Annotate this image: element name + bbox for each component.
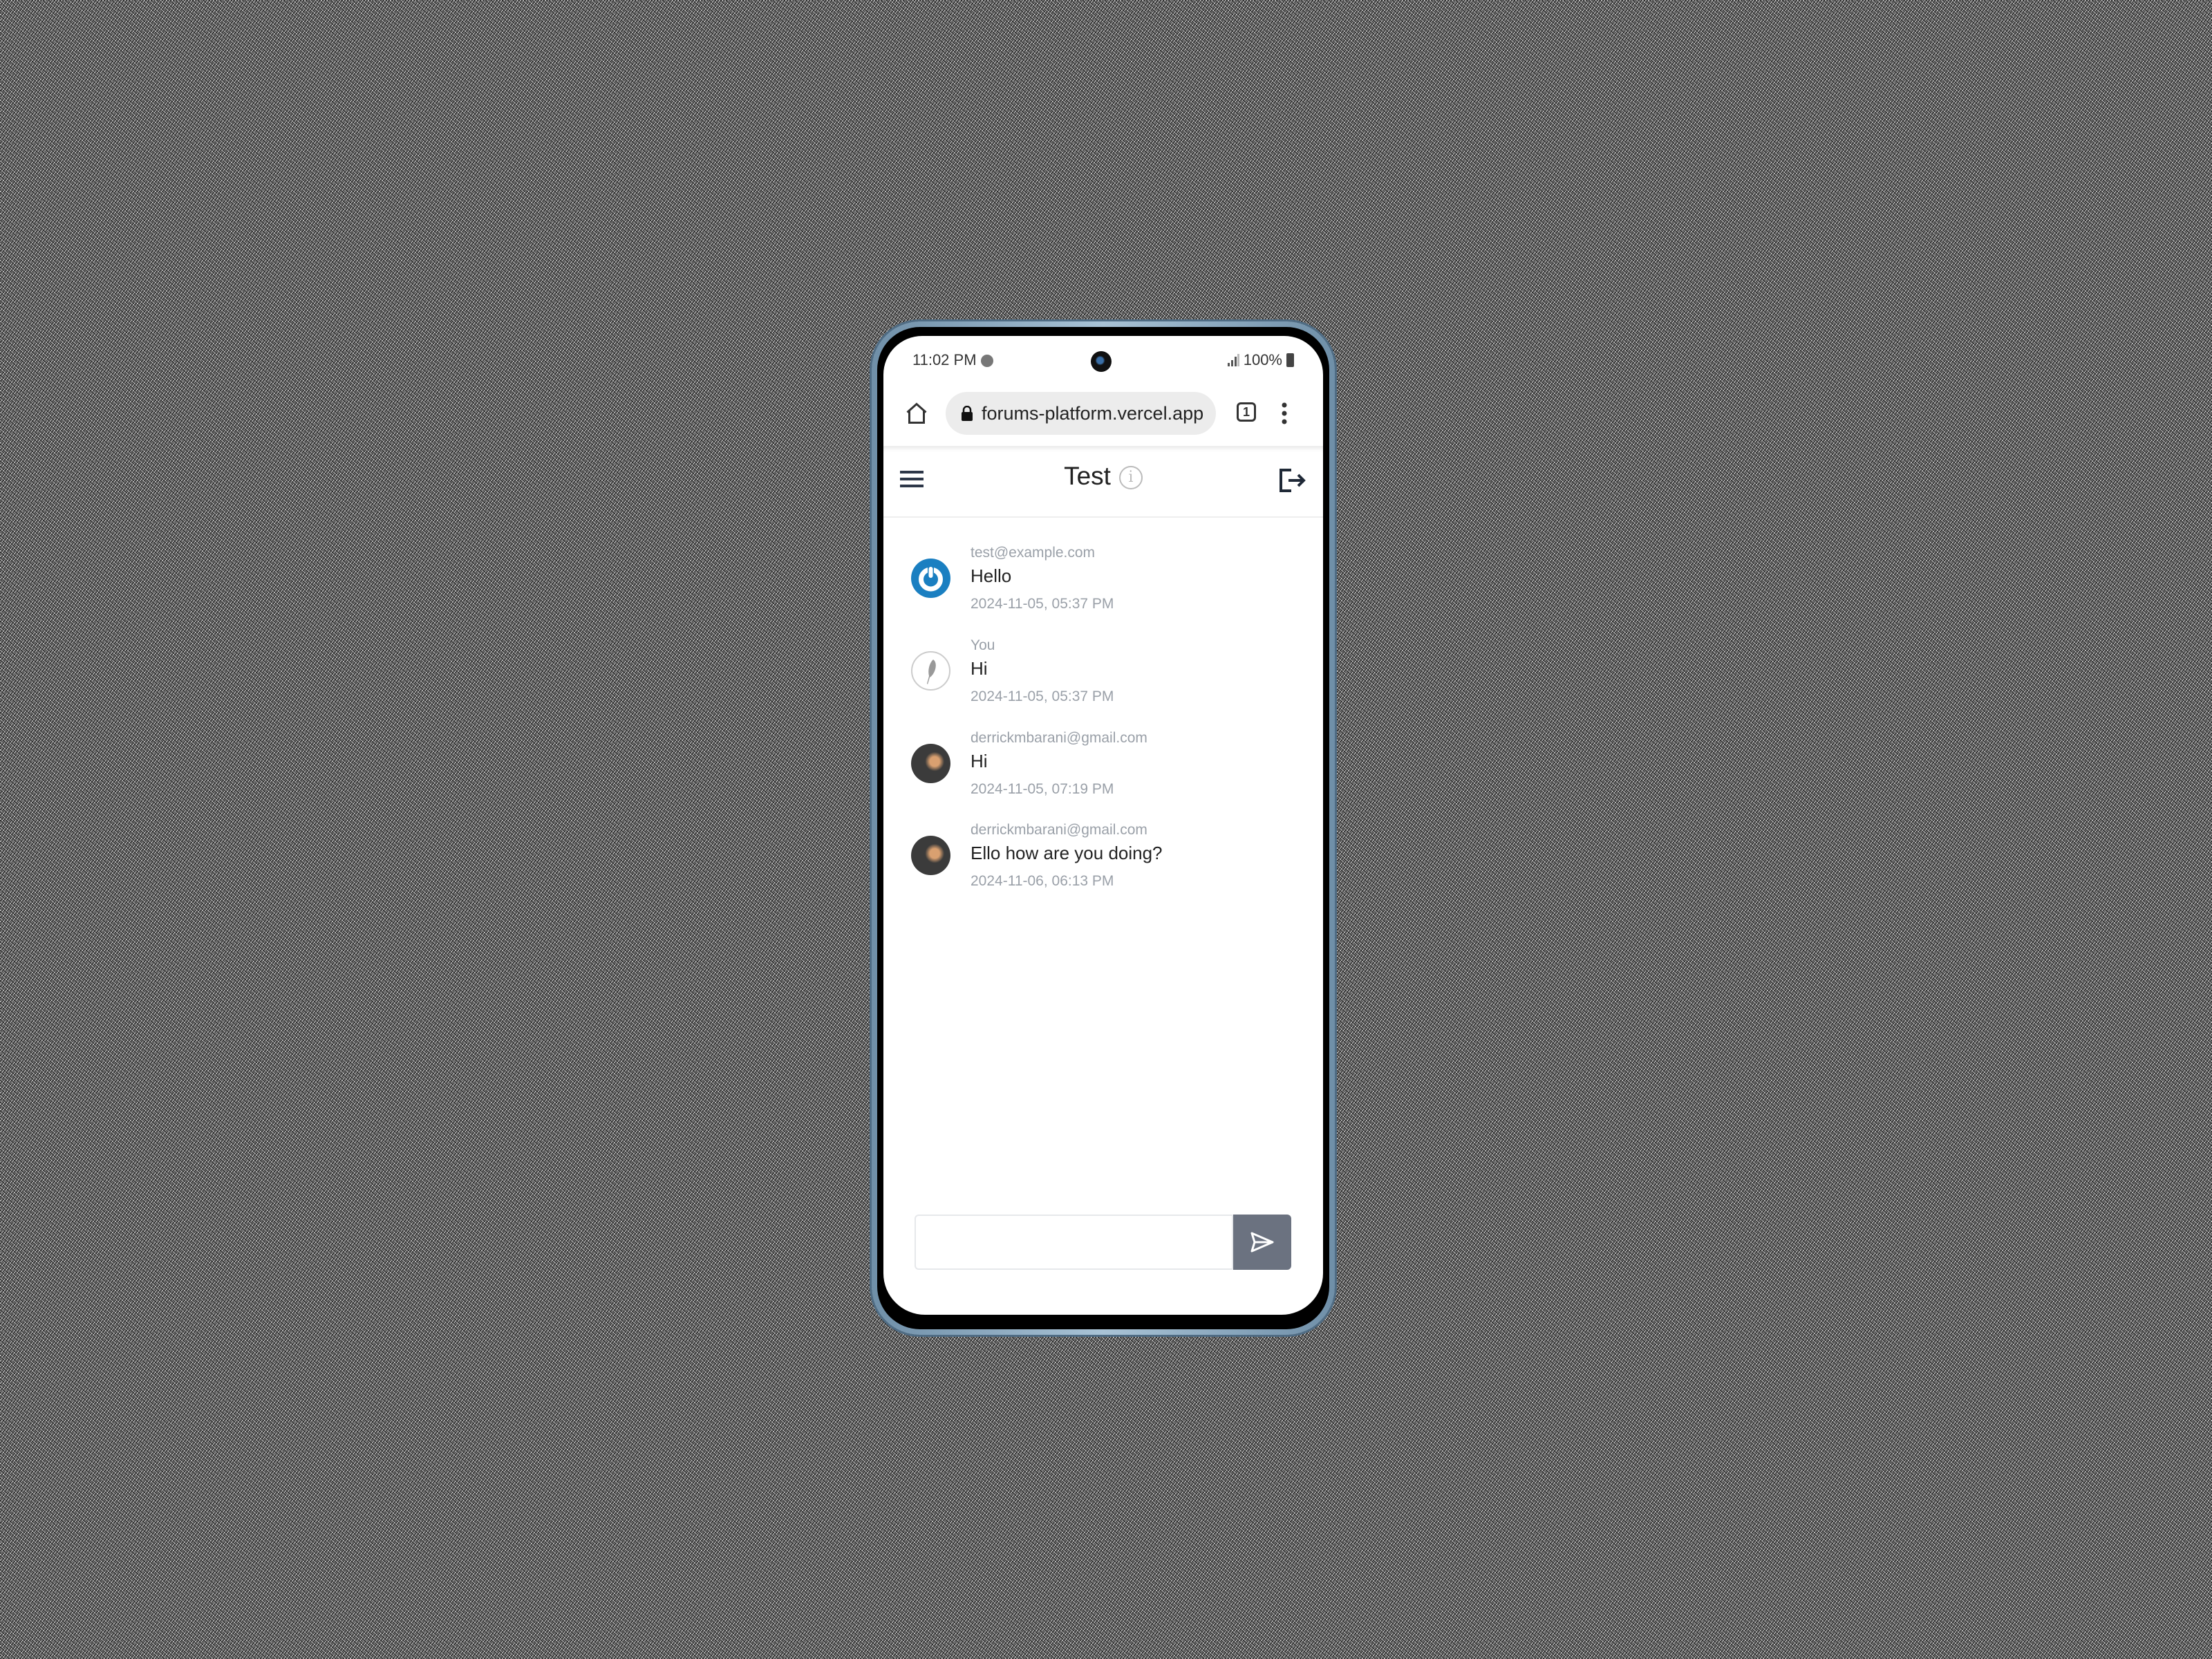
avatar <box>911 651 950 691</box>
status-right: 100% <box>1227 351 1294 369</box>
phone-screen: 11:02 PM 100% forums-platform.vercel.app… <box>883 336 1323 1315</box>
message-text: Hi <box>971 658 988 679</box>
browser-menu-button[interactable] <box>1280 401 1288 429</box>
message-author: test@example.com <box>971 545 1096 561</box>
message-text: Ello how are you doing? <box>971 843 1163 863</box>
feather-icon <box>927 659 936 684</box>
signal-icon <box>1227 354 1239 366</box>
lock-icon <box>962 406 973 421</box>
forum-title: Test i <box>883 462 1323 491</box>
avatar <box>911 559 950 598</box>
message-item: test@example.com Hello 2024-11-05, 05:37… <box>883 545 1323 628</box>
camera-icon <box>1091 351 1112 372</box>
notification-icon <box>980 355 993 368</box>
address-bar[interactable]: forums-platform.vercel.app <box>946 392 1216 435</box>
battery-icon <box>1286 353 1294 367</box>
time-text: 11:02 PM <box>912 351 977 368</box>
message-input[interactable] <box>915 1215 1233 1270</box>
home-icon <box>906 402 927 424</box>
message-item: derrickmbarani@gmail.com Ello how are yo… <box>883 822 1323 905</box>
logout-icon <box>1280 469 1306 492</box>
message-text: Hello <box>971 565 1012 586</box>
avatar-photo <box>911 744 950 783</box>
logout-button[interactable] <box>1279 468 1306 496</box>
message-item: You Hi 2024-11-05, 05:37 PM <box>883 637 1323 720</box>
message-date: 2024-11-06, 06:13 PM <box>971 873 1114 889</box>
message-date: 2024-11-05, 07:19 PM <box>971 781 1114 797</box>
more-vertical-icon <box>1282 402 1287 424</box>
send-button[interactable] <box>1233 1215 1291 1270</box>
info-icon[interactable]: i <box>1118 466 1143 490</box>
message-date: 2024-11-05, 05:37 PM <box>971 688 1114 704</box>
send-icon <box>1250 1232 1274 1253</box>
message-author: You <box>971 637 995 653</box>
avatar-photo <box>911 836 950 875</box>
message-item: derrickmbarani@gmail.com Hi 2024-11-05, … <box>883 730 1323 813</box>
status-time: 11:02 PM <box>912 351 993 369</box>
message-author: derrickmbarani@gmail.com <box>971 730 1147 746</box>
message-text: Hi <box>971 751 988 771</box>
message-date: 2024-11-05, 05:37 PM <box>971 596 1114 612</box>
message-author: derrickmbarani@gmail.com <box>971 822 1147 838</box>
battery-text: 100% <box>1243 351 1282 368</box>
url-text: forums-platform.vercel.app <box>982 402 1204 424</box>
home-button[interactable] <box>904 401 929 429</box>
title-text: Test <box>1064 462 1111 490</box>
power-icon <box>919 565 943 592</box>
tab-switcher-button[interactable]: 1 <box>1237 402 1256 422</box>
